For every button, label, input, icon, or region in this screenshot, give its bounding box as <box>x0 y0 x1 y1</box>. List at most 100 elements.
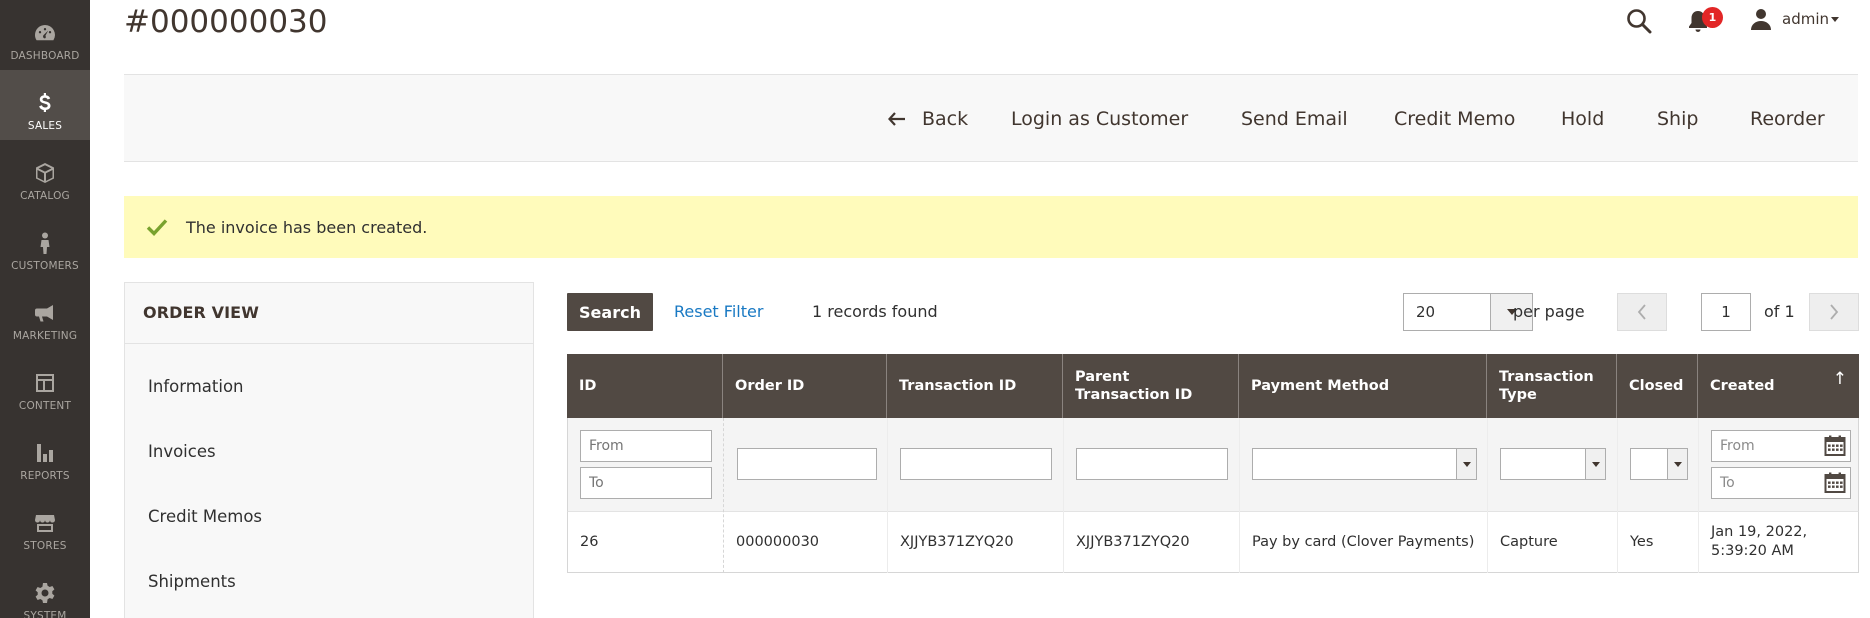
records-found: 1 records found <box>812 302 938 321</box>
nav-label: CUSTOMERS <box>11 260 79 272</box>
arrow-left-icon <box>888 112 905 126</box>
cell-created: Jan 19, 2022, 5:39:20 AM <box>1711 524 1808 559</box>
admin-sidebar: DASHBOARD SALES CATALOG CUSTOMERS MARKET… <box>0 0 90 618</box>
person-icon <box>32 230 58 256</box>
column-header-order-id[interactable]: Order ID <box>723 354 887 418</box>
chevron-down-icon <box>1673 461 1682 467</box>
per-page-value: 20 <box>1416 303 1436 321</box>
per-page-label: per page <box>1513 302 1585 321</box>
nav-label: SYSTEM <box>23 610 67 618</box>
cell-transaction-type: Capture <box>1500 533 1558 550</box>
reset-filter-link[interactable]: Reset Filter <box>674 302 763 321</box>
bar-chart-icon <box>32 440 58 466</box>
select-toggle <box>1456 449 1476 479</box>
id-to-filter[interactable] <box>580 467 712 499</box>
back-button-label: Back <box>922 108 969 130</box>
column-header-created[interactable]: Created ↑ <box>1698 354 1859 418</box>
credit-memo-button[interactable]: Credit Memo <box>1394 75 1515 163</box>
send-email-button[interactable]: Send Email <box>1241 75 1348 163</box>
column-header-id[interactable]: ID <box>567 354 723 418</box>
column-header-parent-transaction-id[interactable]: Parent Transaction ID <box>1063 354 1239 418</box>
column-header-transaction-type[interactable]: Transaction Type <box>1487 354 1617 418</box>
nav-label: MARKETING <box>12 330 78 342</box>
nav-item-catalog[interactable]: CATALOG <box>0 140 90 210</box>
id-from-filter[interactable] <box>580 430 712 462</box>
admin-user-menu[interactable]: admin <box>1782 10 1829 28</box>
column-divider <box>1617 418 1618 573</box>
ship-button[interactable]: Ship <box>1657 75 1698 163</box>
page-title: #000000030 <box>124 4 328 40</box>
total-pages: of 1 <box>1764 302 1795 321</box>
megaphone-icon <box>32 300 58 326</box>
reorder-button[interactable]: Reorder <box>1750 75 1825 163</box>
column-divider <box>1063 418 1064 573</box>
cell-id: 26 <box>580 533 599 550</box>
table-row[interactable]: 26 000000030 XJJYB371ZYQ20 XJJYB371ZYQ20… <box>567 511 1859 573</box>
column-header-payment-method[interactable]: Payment Method <box>1239 354 1487 418</box>
page-number-input[interactable] <box>1701 293 1751 331</box>
cell-closed: Yes <box>1630 533 1654 550</box>
created-to-filter[interactable]: To <box>1711 467 1851 499</box>
nav-item-stores[interactable]: STORES <box>0 490 90 560</box>
search-icon[interactable] <box>1626 8 1652 34</box>
parent-transaction-id-filter[interactable] <box>1076 448 1228 480</box>
store-icon <box>32 510 58 536</box>
column-header-created-label: Created <box>1710 378 1775 394</box>
notifications-badge[interactable]: 1 <box>1702 7 1723 28</box>
column-divider <box>1239 418 1240 573</box>
table-header: ID Order ID Transaction ID Parent Transa… <box>567 354 1859 418</box>
cell-order-id: 000000030 <box>736 533 820 550</box>
divider <box>125 343 533 344</box>
dashboard-icon <box>32 20 58 46</box>
tab-shipments[interactable]: Shipments <box>148 572 236 591</box>
column-header-transaction-id[interactable]: Transaction ID <box>887 354 1063 418</box>
tab-credit-memos[interactable]: Credit Memos <box>148 507 262 526</box>
order-id-filter[interactable] <box>737 448 877 480</box>
column-divider <box>1487 418 1488 573</box>
message-text: The invoice has been created. <box>186 217 428 237</box>
tab-invoices[interactable]: Invoices <box>148 442 216 461</box>
nav-item-customers[interactable]: CUSTOMERS <box>0 210 90 280</box>
nav-item-content[interactable]: CONTENT <box>0 350 90 420</box>
column-header-closed[interactable]: Closed <box>1617 354 1698 418</box>
nav-item-marketing[interactable]: MARKETING <box>0 280 90 350</box>
select-toggle <box>1585 449 1605 479</box>
page: DASHBOARD SALES CATALOG CUSTOMERS MARKET… <box>0 0 1870 618</box>
user-icon[interactable] <box>1750 8 1772 30</box>
order-view-tabs: ORDER VIEW Information Invoices Credit M… <box>124 282 534 618</box>
next-page-button[interactable] <box>1809 293 1859 331</box>
transaction-type-filter[interactable] <box>1500 448 1606 480</box>
calendar-icon[interactable] <box>1824 472 1846 494</box>
nav-item-system[interactable]: SYSTEM <box>0 560 90 618</box>
nav-item-reports[interactable]: REPORTS <box>0 420 90 490</box>
created-from-filter[interactable]: From <box>1711 430 1851 462</box>
back-button[interactable]: Back <box>888 75 968 163</box>
previous-page-button[interactable] <box>1617 293 1667 331</box>
check-icon <box>146 219 168 236</box>
search-button[interactable]: Search <box>567 293 653 331</box>
nav-label: STORES <box>23 540 67 552</box>
nav-label: REPORTS <box>20 470 70 482</box>
nav-item-sales[interactable]: SALES <box>0 70 90 140</box>
nav-label: DASHBOARD <box>10 50 80 62</box>
order-view-title: ORDER VIEW <box>143 303 259 322</box>
select-toggle <box>1667 449 1687 479</box>
payment-method-filter[interactable] <box>1252 448 1477 480</box>
success-message: The invoice has been created. <box>124 196 1858 258</box>
closed-filter[interactable] <box>1630 448 1688 480</box>
box-icon <box>32 160 58 186</box>
dollar-icon <box>32 90 58 116</box>
calendar-icon[interactable] <box>1824 435 1846 457</box>
chevron-down-icon <box>1462 461 1471 467</box>
transaction-id-filter[interactable] <box>900 448 1052 480</box>
chevron-down-icon[interactable] <box>1831 17 1839 22</box>
hold-button[interactable]: Hold <box>1561 75 1604 163</box>
nav-item-dashboard[interactable]: DASHBOARD <box>0 0 90 70</box>
cell-parent-transaction-id: XJJYB371ZYQ20 <box>1076 533 1190 550</box>
column-divider <box>887 418 888 573</box>
gear-icon <box>32 580 58 606</box>
login-as-customer-button[interactable]: Login as Customer <box>1011 75 1188 163</box>
cell-payment-method: Pay by card (Clover Payments) <box>1252 533 1475 550</box>
tab-information[interactable]: Information <box>148 377 244 396</box>
chevron-right-icon <box>1830 304 1839 320</box>
